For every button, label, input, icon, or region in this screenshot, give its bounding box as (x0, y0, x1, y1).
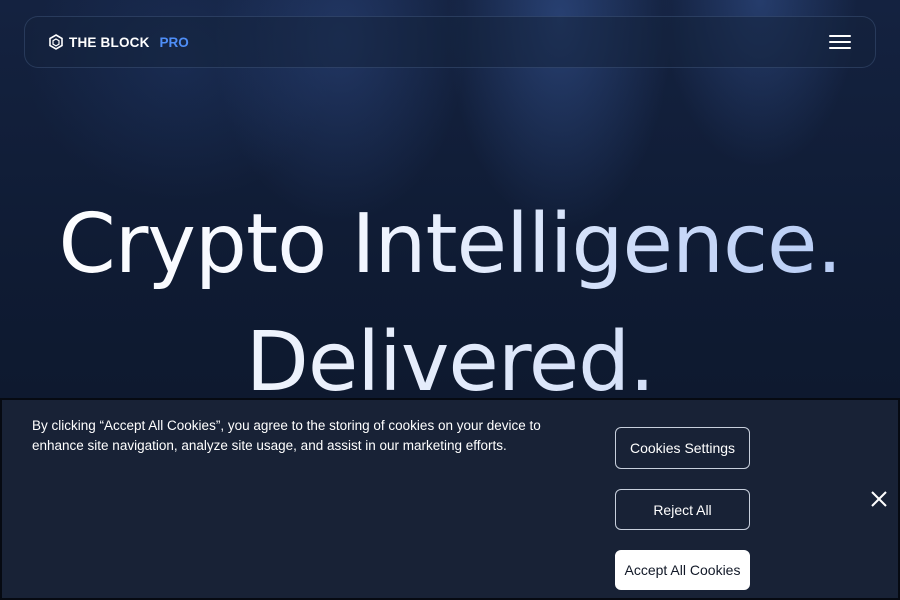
menu-bar (829, 35, 851, 37)
accept-all-cookies-button[interactable]: Accept All Cookies (615, 550, 750, 590)
cookie-consent-banner: By clicking “Accept All Cookies”, you ag… (0, 398, 900, 600)
hero-headline: Crypto Intelligence. Delivered. (0, 186, 900, 422)
logo-pro-text: PRO (159, 34, 189, 50)
menu-bar (829, 41, 851, 43)
top-navbar: THE BLOCK PRO (24, 16, 876, 68)
logo-text: THE BLOCK (69, 34, 150, 50)
close-icon[interactable] (868, 488, 890, 510)
block-logo-icon (49, 34, 63, 50)
cookies-settings-button[interactable]: Cookies Settings (615, 427, 750, 469)
reject-all-button[interactable]: Reject All (615, 489, 750, 530)
site-logo[interactable]: THE BLOCK PRO (49, 34, 189, 50)
cookie-message: By clicking “Accept All Cookies”, you ag… (32, 418, 541, 453)
hamburger-menu-icon[interactable] (829, 33, 851, 51)
menu-bar (829, 47, 851, 49)
headline-line-1: Crypto Intelligence. (0, 186, 900, 304)
